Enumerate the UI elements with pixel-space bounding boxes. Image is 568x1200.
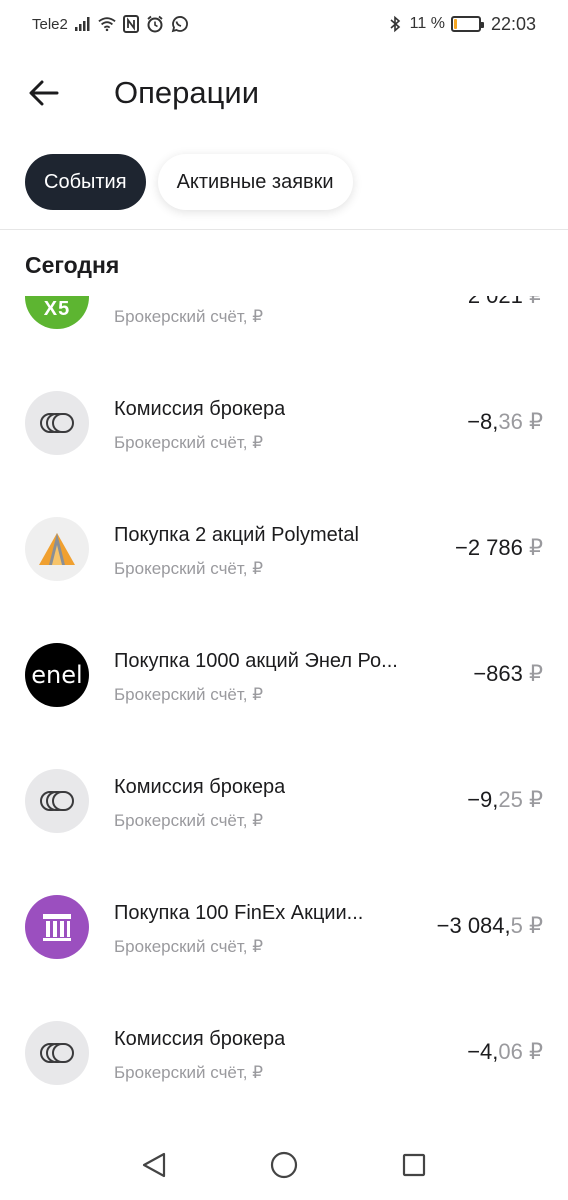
home-circle-icon [270,1151,298,1179]
amount-integer: −3 084, [436,913,511,938]
operation-amount: 2 021 ₽ [468,296,543,309]
battery-icon [450,16,484,32]
battery-percent: 11 % [409,15,445,32]
x5-logo-icon: X5 [25,296,89,329]
nav-home-button[interactable] [264,1145,304,1185]
arrow-left-icon [29,80,59,106]
commission-coins-icon [25,391,89,455]
amount-integer: −2 786 [454,535,523,560]
operation-item[interactable]: X5 Брокерский счёт, ₽ 2 021 ₽ [0,296,568,360]
commission-coins-icon [25,1021,89,1085]
operation-title: Покупка 100 FinEx Акции... [114,902,364,924]
operation-item[interactable]: Комиссия брокера Брокерский счёт, ₽ −4,0… [0,990,568,1116]
operation-amount: −9,25 ₽ [467,787,543,813]
operation-item[interactable]: Покупка 100 FinEx Акции... Брокерский сч… [0,864,568,990]
battery-fill [453,19,457,29]
section-heading-today: Сегодня [25,252,120,278]
operations-list-viewport[interactable]: X5 Брокерский счёт, ₽ 2 021 ₽ Комиссия б… [0,296,568,1116]
back-button[interactable] [14,63,74,123]
operation-item[interactable]: enel Покупка 1000 акций Энел Ро... Броке… [0,612,568,738]
page-title: Операции [114,75,260,110]
nav-recents-button[interactable] [394,1145,434,1185]
tab-active-orders[interactable]: Активные заявки [157,154,353,210]
tab-bar: События Активные заявки [25,154,353,210]
amount-fraction: 25 ₽ [498,787,543,812]
operation-title: Комиссия брокера [114,398,286,420]
carrier-label: Tele2 [32,15,68,33]
operation-account: Брокерский счёт, ₽ [114,559,264,578]
amount-fraction: 5 ₽ [510,913,543,938]
enel-logo-icon: enel [25,643,89,707]
header-divider [0,229,568,230]
status-left: Tele2 [32,15,188,33]
nav-back-button[interactable] [134,1145,174,1185]
operation-account: Брокерский счёт, ₽ [114,937,264,956]
amount-integer: −863 [473,661,523,686]
back-triangle-icon [142,1152,166,1178]
signal-icon [74,15,92,33]
operation-account: Брокерский счёт, ₽ [114,433,264,452]
operation-amount: −2 786 ₽ [455,535,543,561]
whatsapp-icon [170,15,188,33]
amount-fraction: ₽ [522,535,543,560]
operation-amount: −4,06 ₽ [467,1039,543,1065]
polymetal-logo-icon [25,517,89,581]
operation-item[interactable]: Комиссия брокера Брокерский счёт, ₽ −8,3… [0,360,568,486]
operation-title: Комиссия брокера [114,1028,286,1050]
amount-integer: −9, [467,787,499,812]
amount-integer: −4, [467,1039,499,1064]
operation-amount: −8,36 ₽ [467,409,543,435]
wifi-icon [98,15,116,33]
app-header: Операции [0,60,568,126]
commission-coins-icon [25,769,89,833]
operation-account: Брокерский счёт, ₽ [114,1063,264,1082]
alarm-icon [146,15,164,33]
operation-item[interactable]: Покупка 2 акций Polymetal Брокерский счё… [0,486,568,612]
nfc-icon [122,15,140,33]
status-right: 11 % 22:03 [386,14,536,35]
operation-amount: −863 ₽ [473,661,543,687]
operation-title: Покупка 2 акций Polymetal [114,524,359,546]
clock: 22:03 [490,13,536,34]
operations-list: X5 Брокерский счёт, ₽ 2 021 ₽ Комиссия б… [0,296,568,1116]
bluetooth-icon [386,15,404,33]
recents-square-icon [402,1153,426,1177]
operation-title: Покупка 1000 акций Энел Ро... [114,650,398,672]
status-bar: Tele2 11 % 22:03 [0,0,568,48]
amount-fraction: 36 ₽ [498,409,543,434]
operation-amount: −3 084,5 ₽ [437,913,543,939]
x5-logo-text: X5 [43,297,71,320]
system-nav-bar [0,1130,568,1200]
operation-account: Брокерский счёт, ₽ [114,307,264,326]
amount-fraction: 06 ₽ [498,1039,543,1064]
operation-account: Брокерский счёт, ₽ [114,685,264,704]
tab-events[interactable]: События [25,154,146,210]
operation-item[interactable]: Комиссия брокера Брокерский счёт, ₽ −9,2… [0,738,568,864]
enel-logo-text: enel [31,661,83,689]
amount-fraction: ₽ [522,661,543,686]
operation-account: Брокерский счёт, ₽ [114,811,264,830]
finex-building-icon [25,895,89,959]
amount-integer: −8, [467,409,499,434]
amount-integer: 2 021 [468,296,523,308]
operation-title: Комиссия брокера [114,776,286,798]
amount-fraction: ₽ [523,296,543,308]
